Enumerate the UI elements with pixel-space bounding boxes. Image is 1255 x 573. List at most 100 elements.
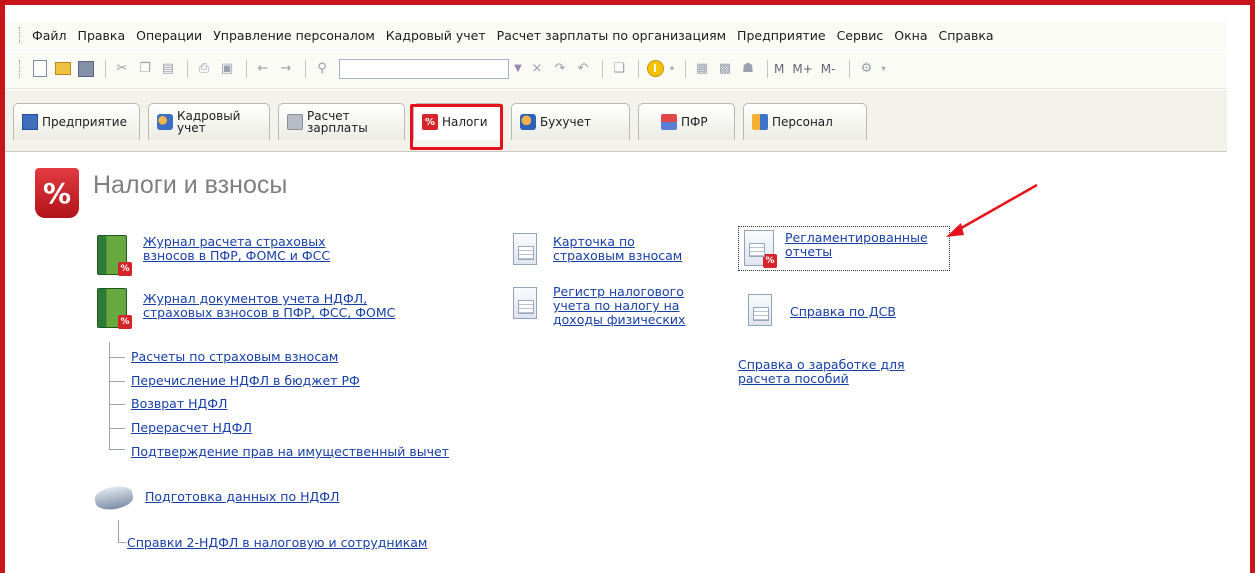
- link-contribution-calculations[interactable]: Расчеты по страховым взносам: [131, 350, 338, 364]
- users-icon[interactable]: ☗: [738, 59, 758, 79]
- menu-file[interactable]: Файл: [32, 28, 67, 43]
- link-ndfl-transfer[interactable]: Перечисление НДФЛ в бюджет РФ: [131, 374, 360, 388]
- memory-add-button[interactable]: M+: [792, 62, 812, 76]
- toolbar-separator: [105, 59, 106, 78]
- tab-enterprise[interactable]: Предприятие: [13, 103, 140, 140]
- copy-icon[interactable]: ❐: [135, 59, 155, 79]
- menu-windows[interactable]: Окна: [894, 28, 927, 43]
- cut-icon[interactable]: ✂: [112, 59, 132, 79]
- toolbar-separator: [685, 59, 686, 78]
- link-2ndfl-certificates[interactable]: Справки 2-НДФЛ в налоговую и сотрудникам: [127, 536, 427, 550]
- menu-payroll[interactable]: Расчет зарплаты по организациям: [497, 28, 726, 43]
- tree-branch: [109, 404, 125, 405]
- memory-button[interactable]: M: [774, 62, 784, 76]
- search-prev-icon[interactable]: ↶: [573, 59, 593, 79]
- tree-branch: [109, 428, 125, 429]
- search-input[interactable]: [339, 58, 509, 79]
- tax-register[interactable]: Регистр налогового учета по налогу на до…: [510, 283, 720, 337]
- menu-help[interactable]: Справка: [939, 28, 994, 43]
- link-ndfl-recalculation[interactable]: Перерасчет НДФЛ: [131, 421, 252, 435]
- staff-icon: [752, 114, 768, 130]
- enterprise-icon: [22, 114, 38, 130]
- print-icon[interactable]: ⎙: [194, 59, 214, 79]
- document-icon: [748, 294, 772, 326]
- clear-search-icon[interactable]: ×: [527, 59, 547, 79]
- section-title: Налоги и взносы: [93, 171, 288, 199]
- active-tab-highlight: [410, 104, 503, 150]
- paste-icon[interactable]: ▤: [158, 59, 178, 79]
- insurance-card-link[interactable]: Карточка по страховым взносам: [553, 235, 682, 263]
- print-preview-icon[interactable]: ▣: [217, 59, 237, 79]
- search-icon[interactable]: ⚲: [312, 59, 332, 79]
- toolbar: ✂ ❐ ▤ ⎙ ▣ ← → ⚲ ▼ × ↷ ↶ ❏ i ▾ ▦ ▩ ☗ M M+…: [5, 49, 1227, 89]
- journal-ndfl-link[interactable]: Журнал документов учета НДФЛ, страховых …: [143, 292, 395, 320]
- report-document-icon: %: [744, 230, 777, 268]
- save-icon[interactable]: [76, 59, 96, 79]
- tab-label: ПФР: [681, 115, 708, 129]
- tree-line: [118, 520, 119, 542]
- toolbar-separator: [638, 59, 639, 78]
- pension-fund-icon: [661, 114, 677, 130]
- windows-icon[interactable]: ❏: [609, 59, 629, 79]
- journal-insurance-contributions[interactable]: % Журнал расчета страховых взносов в ПФР…: [97, 233, 427, 278]
- tab-accounting[interactable]: Бухучет: [511, 103, 630, 140]
- tree-branch: [109, 357, 125, 358]
- back-icon[interactable]: ←: [253, 59, 273, 79]
- journal-book-icon: %: [97, 288, 132, 329]
- taxes-panel: % Налоги и взносы % Журнал расчета страх…: [5, 153, 1227, 573]
- tab-label: Бухучет: [540, 115, 591, 129]
- tab-payroll[interactable]: Расчет зарплаты: [278, 103, 405, 140]
- toolbar-separator: [187, 59, 188, 78]
- menu-operations[interactable]: Операции: [136, 28, 202, 43]
- settings-icon[interactable]: ⚙: [856, 59, 876, 79]
- menu-enterprise[interactable]: Предприятие: [737, 28, 826, 43]
- menu-service[interactable]: Сервис: [837, 28, 884, 43]
- tab-label: Персонал: [772, 115, 833, 129]
- link-property-deduction[interactable]: Подтверждение прав на имущественный выче…: [131, 445, 449, 459]
- toolbar-grip: [19, 59, 22, 78]
- tree-branch: [109, 449, 125, 450]
- memory-subtract-button[interactable]: M-: [821, 62, 836, 76]
- tab-personnel[interactable]: Кадровый учет: [148, 103, 270, 140]
- tab-staff[interactable]: Персонал: [743, 103, 867, 140]
- journal-ndfl-documents[interactable]: % Журнал документов учета НДФЛ, страховы…: [97, 286, 497, 331]
- open-folder-icon[interactable]: [53, 59, 73, 79]
- calculator-icon[interactable]: ▦: [692, 59, 712, 79]
- tree-branch: [109, 381, 125, 382]
- forward-icon[interactable]: →: [276, 59, 296, 79]
- link-dsv-certificate[interactable]: Справка по ДСВ: [790, 305, 896, 319]
- settings-dropdown-icon[interactable]: ▾: [879, 59, 887, 79]
- menu-personnel[interactable]: Кадровый учет: [386, 28, 486, 43]
- regulated-reports[interactable]: % Регламентированные отчеты: [740, 228, 950, 270]
- link-earnings-certificate[interactable]: Справка о заработке для расчета пособий: [738, 358, 905, 386]
- personnel-icon: [157, 114, 173, 130]
- tab-pfr[interactable]: ПФР: [638, 103, 735, 140]
- data-prep-icon: [93, 483, 135, 513]
- menu-edit[interactable]: Правка: [78, 28, 126, 43]
- link-ndfl-data-prep[interactable]: Подготовка данных по НДФЛ: [145, 490, 339, 504]
- info-icon[interactable]: i: [645, 59, 665, 79]
- tax-register-link[interactable]: Регистр налогового учета по налогу на до…: [553, 285, 685, 327]
- function-panel-tabs: Предприятие Кадровый учет Расчет зарплаты …: [5, 90, 1227, 152]
- search-dropdown-icon[interactable]: ▼: [509, 59, 527, 79]
- toolbar-separator: [602, 59, 603, 78]
- toolbar-separator: [849, 59, 851, 78]
- menu-grip: [19, 27, 22, 43]
- search-next-icon[interactable]: ↷: [550, 59, 570, 79]
- regulated-reports-link[interactable]: Регламентированные отчеты: [785, 231, 928, 259]
- document-icon: [513, 233, 537, 265]
- menu-hr-management[interactable]: Управление персоналом: [213, 28, 375, 43]
- tree-branch: [118, 542, 126, 543]
- toolbar-separator: [246, 59, 247, 78]
- dsv-certificate[interactable]: Справка по ДСВ: [740, 290, 940, 330]
- document-icon: [513, 287, 537, 319]
- calendar-icon[interactable]: ▩: [715, 59, 735, 79]
- journal-insurance-link[interactable]: Журнал расчета страховых взносов в ПФР, …: [143, 235, 330, 263]
- new-document-icon[interactable]: [30, 59, 50, 79]
- insurance-card[interactable]: Карточка по страховым взносам: [510, 231, 710, 271]
- ndfl-data-prep[interactable]: Подготовка данных по НДФЛ: [93, 483, 415, 513]
- tree-line: [109, 342, 110, 449]
- info-dropdown-icon[interactable]: ▾: [668, 59, 676, 79]
- link-ndfl-refund[interactable]: Возврат НДФЛ: [131, 397, 227, 411]
- toolbar-separator: [305, 59, 306, 78]
